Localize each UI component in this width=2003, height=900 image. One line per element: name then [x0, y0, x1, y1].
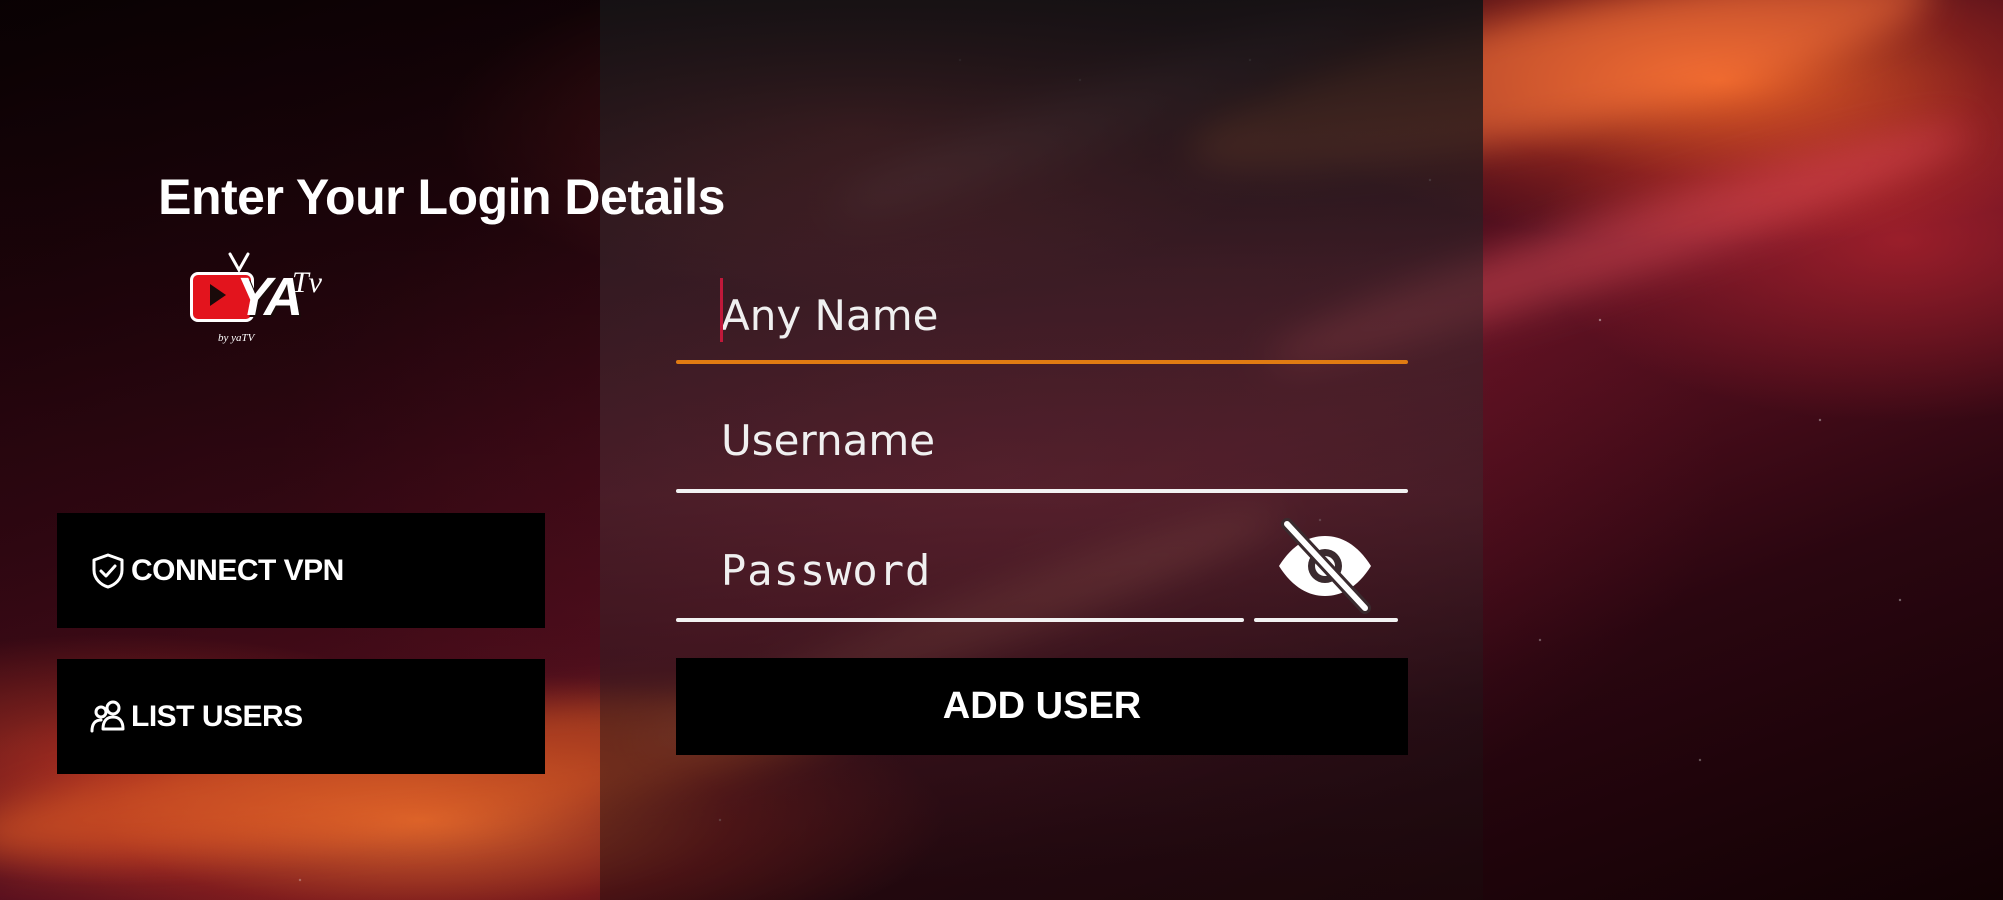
sidebar: YA Tv by yaTV CONNECT VPN LIST USERS [0, 0, 600, 900]
logo-tagline: by yaTV [218, 332, 255, 344]
logo-suffix: Tv [292, 266, 322, 299]
shield-check-icon [89, 552, 127, 590]
any-name-input[interactable] [676, 270, 1408, 360]
any-name-field[interactable] [676, 270, 1408, 360]
connect-vpn-label: CONNECT VPN [131, 553, 344, 587]
logo-text: YA [236, 267, 303, 327]
text-caret [720, 278, 723, 342]
password-underline [676, 618, 1244, 622]
any-name-underline [676, 360, 1408, 364]
form-title: Enter Your Login Details [158, 169, 725, 225]
app-logo: YA Tv by yaTV [186, 252, 336, 352]
list-users-label: LIST USERS [131, 699, 303, 733]
password-input[interactable] [676, 525, 1244, 615]
add-user-button[interactable]: ADD USER [676, 658, 1408, 755]
play-icon [210, 284, 226, 306]
login-screen: YA Tv by yaTV CONNECT VPN LIST USERS Ent… [0, 0, 2003, 900]
username-underline [676, 489, 1408, 493]
eye-off-icon [1279, 518, 1371, 614]
visibility-toggle-underline [1254, 618, 1398, 622]
users-icon [89, 698, 127, 736]
username-input[interactable] [676, 395, 1408, 485]
username-field[interactable] [676, 395, 1408, 485]
password-visibility-toggle[interactable] [1270, 516, 1380, 616]
password-field[interactable] [676, 525, 1244, 615]
connect-vpn-button[interactable]: CONNECT VPN [57, 513, 545, 628]
list-users-button[interactable]: LIST USERS [57, 659, 545, 774]
